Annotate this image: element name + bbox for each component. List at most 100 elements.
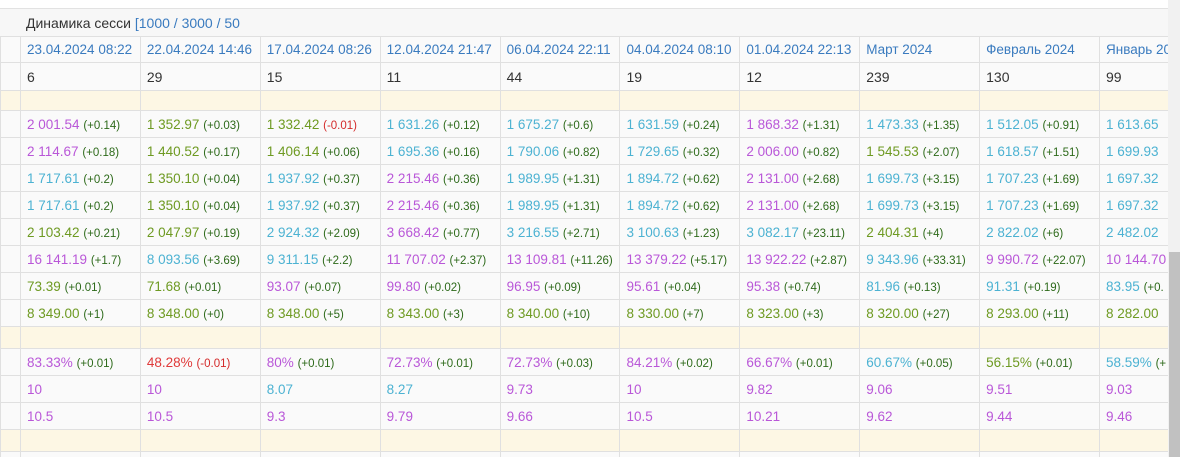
metric-value: 3 100.63 <box>626 224 680 240</box>
metric-delta: (+0.01) <box>1035 357 1073 370</box>
metric-value: 1 631.59 <box>626 116 680 132</box>
metric-value: 83.95 <box>1106 278 1140 294</box>
column-header[interactable]: 22.04.2024 14:46 <box>139 36 261 63</box>
metric-value: 9.44 <box>986 408 1013 424</box>
metric-cell: 9 311.15 (+2.2) <box>259 245 381 273</box>
column-header[interactable]: 17.04.2024 08:26 <box>259 36 381 63</box>
metric-value: 48.28% <box>146 354 193 370</box>
metric-delta: (+0.01) <box>436 357 473 370</box>
metric-cell: 60.67% (+0.05) <box>859 348 981 376</box>
group-separator-row <box>0 326 1168 349</box>
metric-delta: (+1.51) <box>1042 146 1080 159</box>
metric-delta: (+1.31) <box>562 173 600 186</box>
column-header[interactable]: Январь 2024 <box>1099 36 1168 63</box>
metric-value: 1 695.36 <box>386 143 440 159</box>
metric-value: 1 545.53 <box>866 143 919 159</box>
column-header[interactable]: 06.04.2024 22:11 <box>499 36 621 63</box>
metric-cell: 1 473.33 (+1.35) <box>859 110 981 138</box>
metric-value: 1 631.26 <box>386 116 440 132</box>
metric-cell: 13 109.81 (+11.26) <box>499 245 621 273</box>
metric-delta: (+1.69) <box>1042 173 1080 186</box>
metric-cell: 1 440.52 (+0.17) <box>139 137 261 165</box>
metric-delta: (+5.17) <box>690 254 728 267</box>
metric-cell <box>259 451 381 457</box>
column-header[interactable]: Март 2024 <box>859 36 981 63</box>
separator-cell <box>139 429 261 452</box>
metric-value: 10 144.70 <box>1106 251 1167 267</box>
metric-delta: (+0.19) <box>1023 281 1061 294</box>
scrollbar-thumb[interactable] <box>1169 252 1180 457</box>
metric-cell: 3 216.55 (+2.71) <box>499 218 621 246</box>
metric-cell: 1 697.32 <box>1099 191 1168 219</box>
sessions-dynamics-panel: Динамика сесси [1000 / 3000 / 50 23.04.2… <box>0 0 1168 457</box>
metric-cell: 83.95 (+0. <box>1099 272 1168 300</box>
column-header[interactable]: 01.04.2024 22:13 <box>739 36 861 63</box>
metric-delta: (+0.21) <box>83 227 121 240</box>
metric-delta: (+23.11) <box>802 227 845 240</box>
column-header[interactable]: 04.04.2024 08:10 <box>619 36 741 63</box>
column-header[interactable]: 23.04.2024 08:22 <box>20 36 141 63</box>
metric-value: 2 047.97 <box>146 224 200 240</box>
metric-delta: (+0.2) <box>83 173 114 186</box>
metric-value: 11 707.02 <box>386 251 446 267</box>
metric-value: 9.82 <box>746 381 773 397</box>
table-row: 10.5 10.5 9.3 9.79 9.66 10.5 10.21 9.62 9.44 9.46 <box>0 402 1168 430</box>
range-link[interactable]: [1000 / 3000 / 50 <box>135 15 240 31</box>
metric-cell: 2 131.00 (+2.68) <box>739 191 861 219</box>
metric-value: 9.73 <box>506 381 533 397</box>
session-count-cell: 99 <box>1099 62 1168 91</box>
session-count-cell: 44 <box>499 62 621 91</box>
metric-delta: (+0.74) <box>783 281 821 294</box>
separator-cell <box>979 429 1101 452</box>
metric-delta: (+3.15) <box>922 200 960 213</box>
metric-value: 1 894.72 <box>626 170 680 186</box>
metric-cell: 8 320.00 (+27) <box>859 299 981 327</box>
metric-value: 8 348.00 <box>146 305 200 321</box>
metric-delta: (+0.6) <box>562 119 594 132</box>
metric-value: 1 717.61 <box>27 197 80 213</box>
separator-cell <box>259 429 381 452</box>
metric-delta: (+2.87) <box>810 254 847 267</box>
row-label-cell <box>0 245 21 273</box>
metric-value: 96.95 <box>506 278 541 294</box>
metric-value: 10.5 <box>27 408 54 424</box>
metric-cell: 8 343.00 (+3) <box>379 299 501 327</box>
table-row: 10 10 8.07 8.27 9.73 10 9.82 9.06 9.51 9.03 <box>0 375 1168 403</box>
metric-delta: (+0.82) <box>802 146 840 159</box>
metric-value: 1 699.73 <box>866 170 919 186</box>
metric-delta: (+0.01) <box>795 357 833 370</box>
metric-value: 9.51 <box>986 381 1013 397</box>
metric-cell: 9 343.96 (+33.31) <box>859 245 981 273</box>
metric-value: 1 717.61 <box>27 170 80 186</box>
metric-value: 8.07 <box>266 381 294 397</box>
separator-cell <box>379 429 501 452</box>
metric-cell: 10 144.70 <box>1099 245 1168 273</box>
metric-cell: 2 114.67 (+0.18) <box>20 137 141 165</box>
metric-delta: (+0.13) <box>903 281 941 294</box>
metric-delta: (+0.06) <box>323 146 360 159</box>
metric-cell: 9.3 <box>259 402 381 430</box>
column-header[interactable]: 12.04.2024 21:47 <box>379 36 501 63</box>
metric-delta: (+3) <box>802 308 824 321</box>
column-header[interactable]: Февраль 2024 <box>979 36 1101 63</box>
metric-cell: 9.46 <box>1099 402 1168 430</box>
metric-value: 73.39 <box>27 278 61 294</box>
metric-value: 13 922.22 <box>746 251 807 267</box>
separator-cell <box>859 326 981 349</box>
session-count-cell: 130 <box>979 62 1101 91</box>
metric-delta: (+0.01) <box>184 281 222 294</box>
metric-value: 1 350.10 <box>146 197 200 213</box>
metric-value: 1 406.14 <box>266 143 320 159</box>
separator-cell <box>1099 90 1168 111</box>
metric-cell: 1 512.05 (+0.91) <box>979 110 1101 138</box>
metric-cell: 3 668.42 (+0.77) <box>379 218 501 246</box>
metric-cell: 1 868.32 (+1.31) <box>739 110 861 138</box>
metric-value: 81.96 <box>866 278 901 294</box>
metric-delta: (+3.69) <box>203 254 240 267</box>
metric-value: 8.27 <box>386 381 413 397</box>
metric-cell: 1 729.65 (+0.32) <box>619 137 741 165</box>
metric-value: 80% <box>266 354 294 370</box>
separator-cell <box>20 90 141 111</box>
session-count-cell: 11 <box>379 62 501 91</box>
metric-value: 10 <box>626 381 642 397</box>
